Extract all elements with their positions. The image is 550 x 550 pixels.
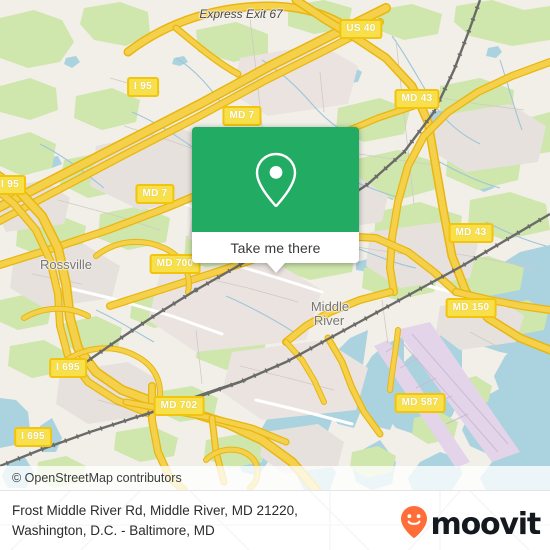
road-shield-md7-north: MD 7	[222, 106, 262, 126]
address-line-1: Frost Middle River Rd, Middle River, MD …	[12, 503, 298, 518]
map-exit-label: Express Exit 67	[199, 7, 283, 21]
popup-pointer	[266, 263, 285, 273]
destination-popup-card[interactable]: Take me there	[192, 127, 359, 273]
footer-bar: Frost Middle River Rd, Middle River, MD …	[0, 490, 550, 550]
moovit-brand: moovit	[400, 505, 542, 544]
road-shield-md150: MD 150	[445, 298, 497, 318]
take-me-there-button[interactable]: Take me there	[192, 232, 359, 263]
road-shield-md7-west: MD 7	[135, 184, 175, 204]
road-shield-i695-mid: I 695	[49, 358, 87, 378]
moovit-wordmark: moovit	[430, 506, 542, 542]
popup-pin-area	[192, 127, 359, 232]
road-shield-md702: MD 702	[153, 396, 205, 416]
destination-address: Frost Middle River Rd, Middle River, MD …	[12, 501, 392, 541]
map-canvas[interactable]: .w { fill:#aad3df; } .gn { fill:#cfe6ac;…	[0, 0, 550, 490]
moovit-pin-icon	[400, 505, 428, 544]
road-shield-md43-north: MD 43	[394, 89, 440, 109]
road-shield-i695-south: I 695	[14, 427, 52, 447]
map-pin-icon	[253, 151, 299, 209]
road-shield-i95-north: I 95	[127, 77, 159, 97]
place-label-middle-river-line1: Middle	[310, 299, 350, 314]
road-shield-md43-east: MD 43	[448, 223, 494, 243]
road-shield-i95-west: I 95	[0, 175, 26, 195]
place-label-rossville: Rossville	[39, 257, 93, 272]
place-label-middle-river-line2: River	[313, 313, 345, 328]
road-shield-us40: US 40	[339, 19, 383, 39]
address-line-2: Washington, D.C. - Baltimore, MD	[12, 523, 215, 538]
road-shield-md587: MD 587	[394, 393, 446, 413]
take-me-there-label: Take me there	[230, 239, 321, 256]
moovit-map-screenshot: .w { fill:#aad3df; } .gn { fill:#cfe6ac;…	[0, 0, 550, 550]
map-attribution[interactable]: © OpenStreetMap contributors	[0, 466, 550, 490]
